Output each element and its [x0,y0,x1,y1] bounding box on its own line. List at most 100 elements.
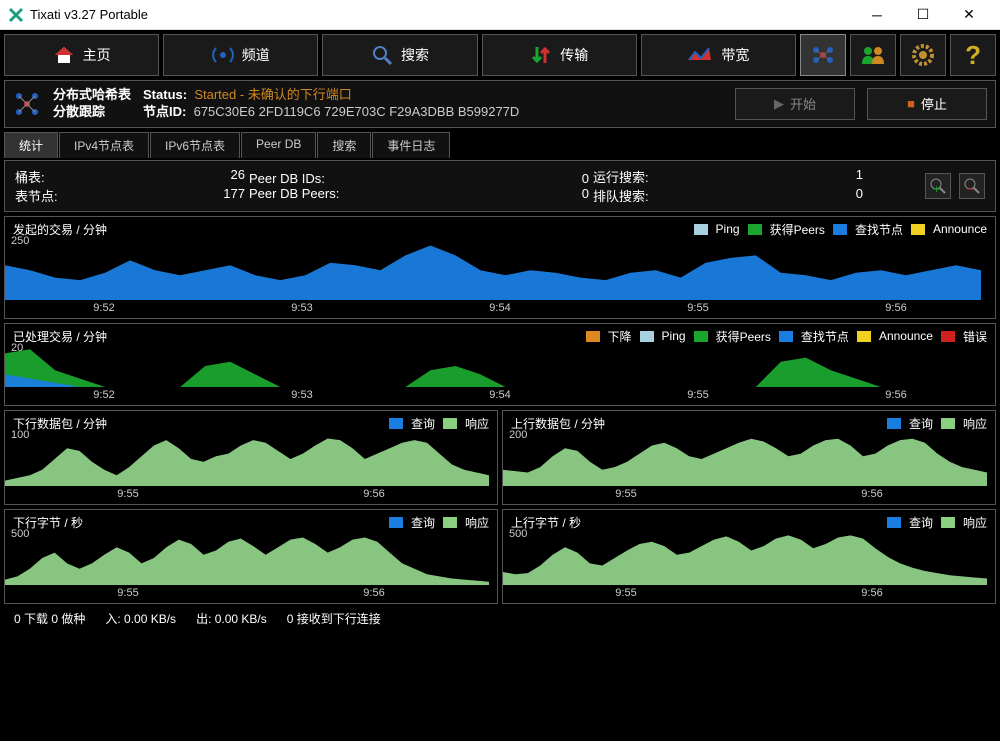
legend-label: 获得Peers [716,328,771,345]
legend-swatch [443,418,457,429]
chart-legend: 查询响应 [389,514,489,531]
legend-label: 查找节点 [801,328,849,345]
chart-legend: 查询 响应 [887,415,987,432]
zoom-in-button[interactable]: + [925,173,951,199]
zoom-out-button[interactable]: − [959,173,985,199]
window-title: Tixati v3.27 Portable [30,7,854,22]
dht-button[interactable] [800,34,846,76]
start-button[interactable]: ▶开始 [735,88,855,120]
legend-label: 查询 [411,415,435,432]
chart-plot [503,432,987,486]
legend-swatch [389,418,403,429]
legend-label: 查询 [411,514,435,531]
legend-swatch [748,224,762,235]
legend-swatch [694,224,708,235]
tab-ipv6[interactable]: IPv6节点表 [150,132,240,158]
dht-title: 分布式哈希表 [53,87,131,104]
svg-text:+: + [933,182,940,195]
tab-peerdb[interactable]: Peer DB [241,132,316,158]
legend-label: 响应 [465,415,489,432]
legend-swatch [911,224,925,235]
legend-swatch [389,517,403,528]
chart-legend: 下降 Ping 获得Peers 查找节点 Announce 错误 [586,328,987,345]
legend-swatch [694,331,708,342]
legend-label: 响应 [963,415,987,432]
home-icon [53,45,75,65]
chart-xlabels: 9:559:56 [503,486,995,504]
bandwidth-icon [687,46,713,64]
chart-legend: Ping获得Peers查找节点Announce [694,221,987,238]
antenna-icon [212,44,234,66]
chart-panel: 下行数据包 / 分钟 查询响应 100 9:559:56 [4,410,498,505]
chart-title: 下行数据包 / 分钟 [13,415,389,432]
status-in: 入: 0.00 KB/s [105,610,176,627]
legend-swatch [779,331,793,342]
chart-plot [5,432,489,486]
dht-icon [810,44,836,66]
tab-events[interactable]: 事件日志 [372,132,450,158]
chart-title: 下行字节 / 秒 [13,514,389,531]
legend-label: Ping [662,329,686,343]
settings-button[interactable] [900,34,946,76]
maximize-button[interactable]: ☐ [900,0,946,30]
buckets-value: 26 [231,167,245,186]
legend-label: Announce [933,222,987,236]
stats-row: 桶表:26 表节点:177 Peer DB IDs:0 Peer DB Peer… [4,160,996,212]
minimize-button[interactable]: ─ [854,0,900,30]
chart-xlabels: 9:559:56 [5,486,497,504]
chart-xlabels: 9:529:539:549:559:56 [5,300,995,318]
chart-panel: 已处理交易 / 分钟 下降Ping获得Peers查找节点Announce错误 2… [4,323,996,406]
peerdb-ids-value: 0 [582,171,589,186]
chart-legend: 查询 响应 [887,514,987,531]
main-toolbar: 主页 频道 搜索 传输 带宽 ? [4,34,996,76]
legend-label: 查询 [909,415,933,432]
search-icon [371,44,393,66]
bandwidth-button[interactable]: 带宽 [641,34,796,76]
home-button[interactable]: 主页 [4,34,159,76]
dht-nodeid-value: 675C30E6 2FD119C6 729E703C F29A3DBB B599… [194,104,520,119]
legend-label: 下降 [608,328,632,345]
titlebar: Tixati v3.27 Portable ─ ☐ ✕ [0,0,1000,30]
legend-label: 错误 [963,328,987,345]
search-button[interactable]: 搜索 [322,34,477,76]
tab-ipv4[interactable]: IPv4节点表 [59,132,149,158]
legend-swatch [887,418,901,429]
chart-title: 上行字节 / 秒 [511,514,887,531]
chart-panel: 上行数据包 / 分钟 查询响应 200 9:559:56 [502,410,996,505]
channels-button[interactable]: 频道 [163,34,318,76]
legend-swatch [833,224,847,235]
legend-label: 查询 [909,514,933,531]
statusbar: 0 下载 0 做种 入: 0.00 KB/s 出: 0.00 KB/s 0 接收… [4,604,996,633]
table-nodes-value: 177 [223,186,245,205]
chart-xlabels: 9:559:56 [5,585,497,603]
close-button[interactable]: ✕ [946,0,992,30]
chart-title: 已处理交易 / 分钟 [13,328,586,345]
legend-swatch [443,517,457,528]
zoom-out-icon: − [963,177,981,195]
dht-subtitle: 分散跟踪 [53,104,131,121]
chart-xlabels: 9:529:539:549:559:56 [5,387,995,405]
svg-text:−: − [967,182,974,195]
legend-swatch [941,331,955,342]
status-conn: 0 接收到下行连接 [287,610,381,627]
tab-stats[interactable]: 统计 [4,132,58,158]
legend-label: 响应 [963,514,987,531]
tab-search[interactable]: 搜索 [317,132,371,158]
legend-label: Announce [879,329,933,343]
legend-swatch [857,331,871,342]
chart-title: 发起的交易 / 分钟 [13,221,694,238]
chart-legend: 查询 响应 [389,415,489,432]
chart-xlabels: 9:559:56 [503,585,995,603]
help-button[interactable]: ? [950,34,996,76]
dht-tabs: 统计 IPv4节点表 IPv6节点表 Peer DB 搜索 事件日志 [4,132,996,158]
chart-plot [5,531,489,585]
stop-button[interactable]: ■停止 [867,88,987,120]
users-button[interactable] [850,34,896,76]
status-out: 出: 0.00 KB/s [196,610,267,627]
transfers-button[interactable]: 传输 [482,34,637,76]
users-icon [860,44,886,66]
dht-panel-icon [13,90,41,118]
zoom-in-icon: + [929,177,947,195]
help-icon: ? [965,40,981,71]
legend-label: 查找节点 [855,221,903,238]
